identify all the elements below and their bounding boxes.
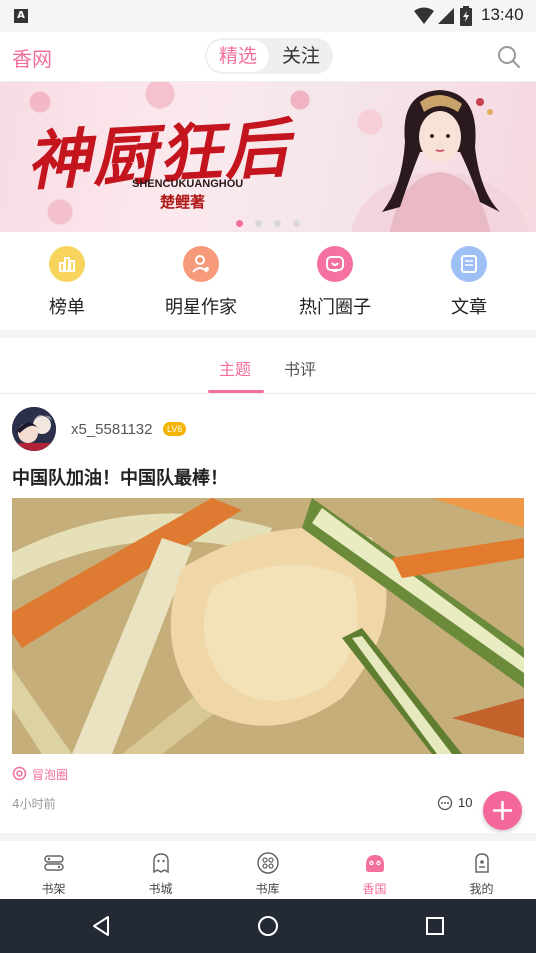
home-icon[interactable]	[256, 914, 280, 938]
banner-character-illustration	[350, 90, 530, 232]
banner-author: 楚鲤著	[160, 193, 206, 211]
post-timestamp: 4小时前	[12, 797, 56, 811]
bottom-nav-label: 香国	[362, 882, 387, 896]
bottom-nav-label: 书库	[255, 882, 280, 896]
bottom-nav-bookshelf[interactable]: 书架	[0, 849, 107, 899]
bottom-nav-label: 书城	[148, 882, 173, 896]
status-time: 13:40	[481, 5, 524, 24]
bottom-nav-profile[interactable]: 我的	[428, 849, 535, 899]
quick-nav-label: 热门圈子	[299, 297, 371, 318]
feed-segment-control: 精选 关注	[205, 38, 333, 74]
wifi-icon	[414, 7, 434, 24]
quick-nav-ranking[interactable]: 榜单	[0, 246, 134, 326]
bottom-nav-label: 我的	[469, 882, 494, 896]
battery-icon	[460, 6, 472, 26]
avatar[interactable]	[12, 407, 56, 451]
pagination-dot[interactable]	[236, 220, 243, 227]
bookshelf-icon	[44, 855, 64, 871]
post-card[interactable]: x5_5581132 LV6 中国队加油！中国队最棒！ 冒泡圈 4小时前 10	[0, 394, 536, 826]
profile-icon	[475, 853, 489, 873]
comment-count: 10	[458, 795, 473, 810]
tab-book-reviews[interactable]: 书评	[284, 356, 316, 380]
segment-following[interactable]: 关注	[271, 40, 331, 72]
user-level-badge: LV6	[163, 422, 187, 436]
back-icon[interactable]	[89, 914, 113, 938]
top-bar: 香网 精选 关注	[0, 32, 536, 82]
post-username[interactable]: x5_5581132	[71, 421, 152, 438]
bookstore-icon	[153, 853, 169, 874]
content-tabs: 主题 书评	[0, 340, 536, 394]
quick-nav-label: 明星作家	[165, 297, 237, 318]
bottom-nav-label: 书架	[41, 882, 66, 896]
bottom-nav-bookstore[interactable]: 书城	[107, 849, 214, 899]
circle-tag-label: 冒泡圈	[32, 768, 69, 782]
status-bar: A 13:40	[0, 0, 536, 32]
bottom-nav-community[interactable]: 香国	[321, 849, 428, 899]
bottom-nav: 书架 书城 书库 香国 我的	[0, 833, 536, 899]
promo-banner[interactable]: 神厨狂后 SHENCUKUANGHOU 楚鲤著	[0, 82, 536, 232]
quick-nav-articles[interactable]: 文章	[402, 246, 536, 326]
circle-icon	[317, 246, 353, 282]
pagination-dot[interactable]	[274, 220, 281, 227]
segment-featured[interactable]: 精选	[207, 40, 269, 72]
system-nav-bar	[0, 899, 536, 953]
quick-nav-hot-circles[interactable]: 热门圈子	[268, 246, 402, 326]
quick-nav-star-authors[interactable]: 明星作家	[134, 246, 268, 326]
post-title[interactable]: 中国队加油！中国队最棒！	[12, 464, 228, 490]
banner-subtitle: SHENCUKUANGHOU	[132, 178, 244, 190]
quick-nav-label: 文章	[451, 297, 487, 318]
circle-tag-icon	[12, 766, 27, 781]
author-icon	[183, 246, 219, 282]
pagination-dot[interactable]	[255, 220, 262, 227]
ranking-icon	[49, 246, 85, 282]
plus-icon	[492, 800, 513, 821]
pagination-dot[interactable]	[293, 220, 300, 227]
bottom-nav-library[interactable]: 书库	[214, 849, 321, 899]
app-screen: A 13:40 香网 精选 关注 神厨狂后 SHENCUKUANGHOU 楚鲤著	[0, 0, 536, 953]
tab-indicator	[208, 390, 264, 393]
article-icon	[451, 246, 487, 282]
library-icon	[257, 852, 279, 874]
community-icon	[366, 855, 384, 872]
recent-apps-icon[interactable]	[423, 914, 447, 938]
search-icon[interactable]	[496, 44, 522, 70]
signal-icon	[438, 8, 454, 24]
post-image[interactable]	[12, 498, 524, 754]
quick-nav: 榜单 明星作家 热门圈子 文章	[0, 232, 536, 338]
tab-topics[interactable]: 主题	[219, 356, 251, 380]
quick-nav-label: 榜单	[49, 297, 85, 318]
create-post-button[interactable]	[483, 791, 522, 830]
comment-icon	[437, 795, 453, 811]
notification-icon: A	[14, 9, 28, 23]
app-logo: 香网	[12, 47, 52, 71]
